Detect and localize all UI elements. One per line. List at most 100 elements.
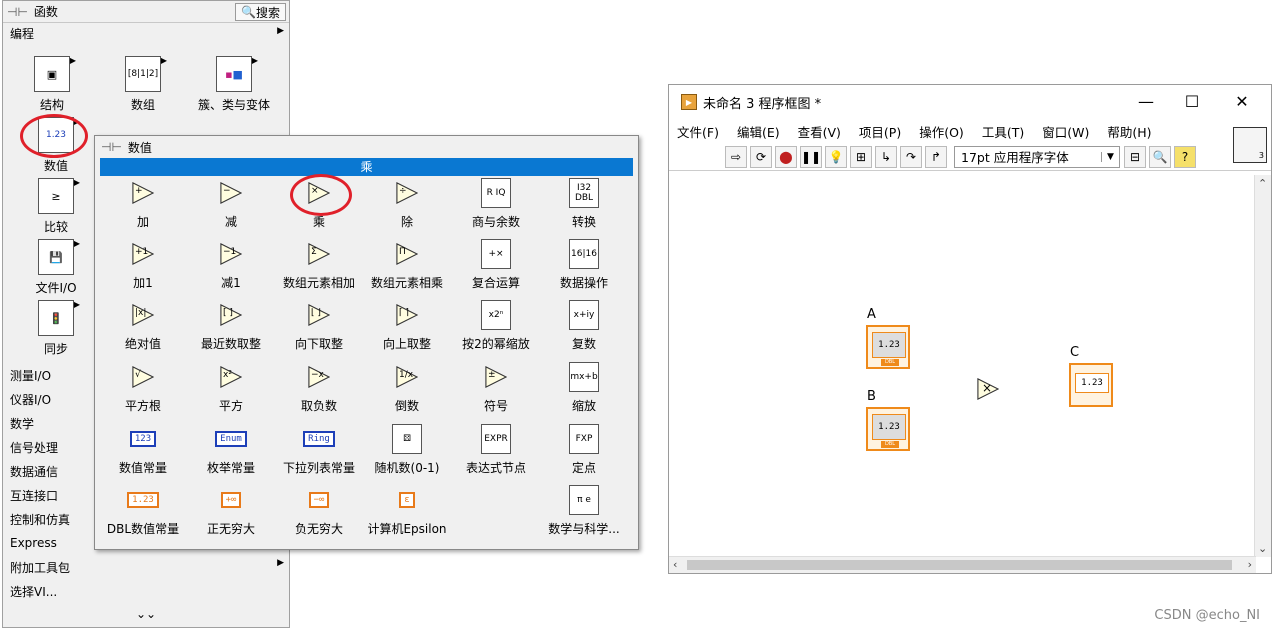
numeric-item[interactable]: x² 平方 (187, 364, 275, 414)
numeric-item[interactable]: +1 加1 (99, 241, 187, 291)
indicator-c-terminal[interactable]: 1.23 (1069, 363, 1113, 407)
numeric-item-label: 正无穷大 (206, 522, 255, 536)
menu-window[interactable]: 窗口(W) (1042, 122, 1089, 141)
numeric-item[interactable]: Π 数组元素相乘 (363, 241, 451, 291)
pin-icon[interactable]: ⊣⊢ (7, 5, 28, 19)
menu-help[interactable]: 帮助(H) (1107, 122, 1151, 141)
numeric-item[interactable]: Σ 数组元素相加 (275, 241, 363, 291)
pin-icon[interactable]: ⊣⊢ (101, 140, 122, 154)
numeric-item[interactable]: Ring 下拉列表常量 (275, 426, 363, 476)
run-button[interactable]: ⇨ (725, 145, 747, 168)
numeric-item[interactable]: ⚄ 随机数(0-1) (363, 424, 451, 476)
numeric-item-label: 数组元素相加 (282, 276, 355, 290)
numeric-item[interactable]: R IQ 商与余数 (452, 178, 540, 230)
numeric-item[interactable]: |x| 绝对值 (99, 302, 187, 352)
numeric-item[interactable]: [ ] 最近数取整 (187, 302, 275, 352)
numeric-item[interactable]: ⌊ ⌋ 向下取整 (275, 302, 363, 352)
close-button[interactable]: ✕ (1227, 91, 1257, 113)
numeric-item[interactable]: I32 DBL 转换 (540, 178, 628, 230)
numeric-item[interactable]: 1.23 DBL数值常量 (99, 487, 187, 537)
function-triangle-icon: Σ (308, 243, 331, 265)
control-a-terminal[interactable]: 1.23 DBL (866, 325, 910, 369)
category-item[interactable]: 选择VI... (3, 579, 289, 603)
numeric-item[interactable]: +× 复合运算 (452, 239, 540, 291)
numeric-item[interactable]: x2ⁿ 按2的幂缩放 (452, 300, 540, 352)
numeric-item-label: 缩放 (571, 399, 596, 413)
numeric-item[interactable]: ⌈ ⌉ 向上取整 (363, 302, 451, 352)
highlight-execution-button[interactable]: 💡 (825, 145, 847, 168)
numeric-item[interactable]: −∞ 负无穷大 (275, 487, 363, 537)
align-objects-button[interactable]: ⊟ (1124, 145, 1146, 168)
minimize-button[interactable]: — (1131, 91, 1161, 113)
function-glyph: ÷ (399, 186, 407, 196)
step-out-button[interactable]: ↱ (925, 145, 947, 168)
scroll-down-icon[interactable]: ⌄ (1258, 542, 1267, 555)
step-into-button[interactable]: ↳ (875, 145, 897, 168)
menu-tools[interactable]: 工具(T) (982, 122, 1024, 141)
category-programming[interactable]: 编程 ▶ (3, 23, 289, 43)
horizontal-scroll-thumb[interactable] (687, 560, 1232, 570)
numeric-item[interactable]: ÷ 除 (363, 180, 451, 230)
scroll-up-icon[interactable]: ⌃ (1258, 177, 1267, 190)
numeric-item[interactable]: −x 取负数 (275, 364, 363, 414)
numeric-item[interactable]: ε 计算机Epsilon (363, 487, 451, 537)
numeric-item-label: 转换 (571, 215, 596, 229)
menu-view[interactable]: 查看(V) (798, 122, 841, 141)
menu-project[interactable]: 项目(P) (859, 122, 901, 141)
context-help-button[interactable]: ? (1174, 145, 1196, 168)
multiply-node[interactable]: × (977, 378, 1000, 403)
numeric-item[interactable]: x+iy 复数 (540, 300, 628, 352)
expand-arrow-icon: ▶ (277, 558, 284, 568)
menu-file[interactable]: 文件(F) (677, 122, 719, 141)
menu-operate[interactable]: 操作(O) (919, 122, 964, 141)
numeric-item[interactable]: 123 数值常量 (99, 426, 187, 476)
retain-wire-values-button[interactable]: ⊞ (850, 145, 872, 168)
palette-icon-file-io[interactable]: 💾 ▶ 文件I/O (15, 239, 97, 296)
menu-edit[interactable]: 编辑(E) (737, 122, 780, 141)
search-button[interactable]: 🔍 搜索 (235, 3, 286, 21)
numeric-item-label: 平方 (218, 399, 243, 413)
vi-icon[interactable]: 3 (1233, 127, 1267, 163)
palette-icon-sync[interactable]: 🚦 ▶ 同步 (15, 300, 97, 357)
numeric-item-label: 负无穷大 (294, 522, 343, 536)
numeric-item-icon: Ring (275, 426, 363, 452)
search-button[interactable]: 🔍 (1149, 145, 1171, 168)
step-over-button[interactable]: ↷ (900, 145, 922, 168)
vertical-scrollbar[interactable]: ⌃ ⌄ (1254, 175, 1271, 557)
numeric-item[interactable]: + 加 (99, 180, 187, 230)
numeric-item[interactable]: −1 减1 (187, 241, 275, 291)
palette-icon-array[interactable]: [8|1|2] ▶ 数组 (102, 56, 184, 113)
palette-icon-comparison[interactable]: ≥ ▶ 比较 (15, 178, 97, 235)
palette-icon-cluster[interactable]: ▪ ■ ▶ 簇、类与变体 (189, 56, 279, 113)
maximize-button[interactable]: ☐ (1177, 91, 1207, 113)
numeric-item[interactable]: − 减 (187, 180, 275, 230)
scroll-right-icon[interactable]: › (1248, 558, 1252, 571)
numeric-item[interactable]: 16|16 数据操作 (540, 239, 628, 291)
toolbar: ⇨ ⟳ ⬤ ❚❚ 💡 ⊞ ↳ ↷ ↱ 17pt 应用程序字体 ▼ ⊟ 🔍 ? (669, 143, 1271, 171)
numeric-item[interactable]: FXP 定点 (540, 424, 628, 476)
category-item[interactable]: 附加工具包 ▶ (3, 555, 289, 579)
numeric-item[interactable]: Enum 枚举常量 (187, 426, 275, 476)
category-item-label: 测量I/O (10, 368, 52, 383)
palette-icon-structure[interactable]: ▣ ▶ 结构 (11, 56, 93, 113)
run-continuously-button[interactable]: ⟳ (750, 145, 772, 168)
function-triangle-icon: √ (132, 366, 155, 388)
numeric-item[interactable]: +∞ 正无穷大 (187, 487, 275, 537)
font-selector[interactable]: 17pt 应用程序字体 ▼ (954, 145, 1120, 168)
function-glyph: x2ⁿ (488, 310, 504, 320)
numeric-item[interactable]: mx+b 缩放 (540, 362, 628, 414)
numeric-item[interactable]: 1/x 倒数 (363, 364, 451, 414)
function-triangle-icon: |x| (132, 304, 155, 326)
numeric-item[interactable]: π e 数学与科学... (540, 485, 628, 537)
function-triangle-icon: + (132, 182, 155, 204)
control-b-terminal[interactable]: 1.23 DBL (866, 407, 910, 451)
expand-palette-button[interactable]: ⌄⌄ (3, 607, 289, 621)
scroll-left-icon[interactable]: ‹ (673, 558, 677, 571)
abort-button[interactable]: ⬤ (775, 145, 797, 168)
horizontal-scrollbar[interactable]: ‹ › (669, 556, 1256, 573)
numeric-item[interactable]: ± 符号 (452, 364, 540, 414)
numeric-item[interactable]: √ 平方根 (99, 364, 187, 414)
function-glyph: −1 (223, 247, 237, 257)
numeric-item[interactable]: EXPR 表达式节点 (452, 424, 540, 476)
pause-button[interactable]: ❚❚ (800, 145, 822, 168)
